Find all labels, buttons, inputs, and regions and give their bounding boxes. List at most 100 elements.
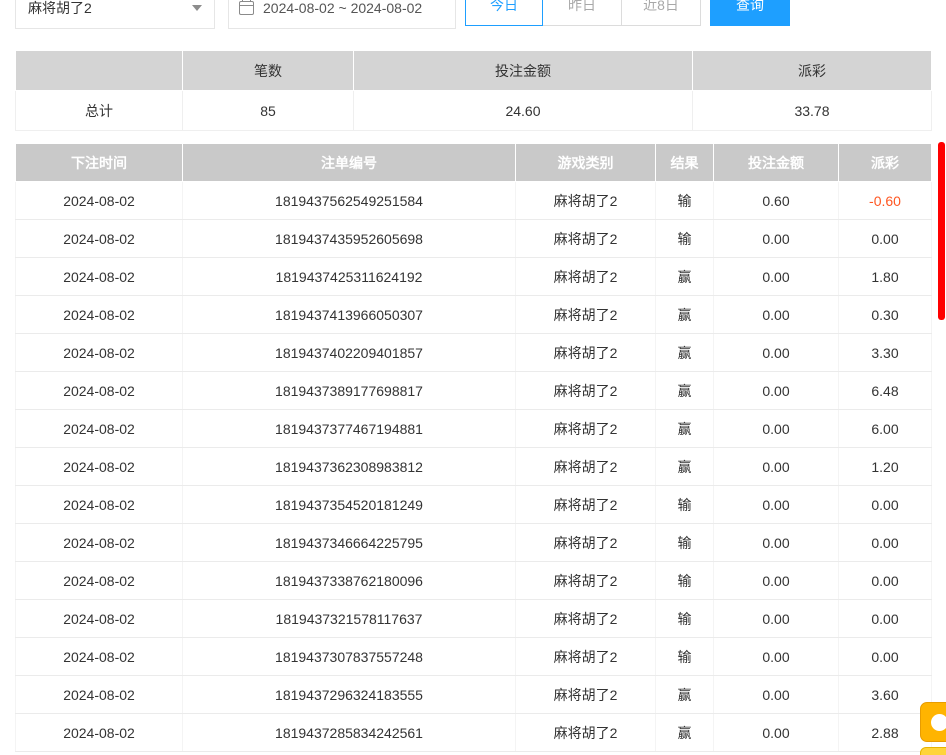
cell-result: 赢 [656,372,714,410]
table-row: 2024-08-02 1819437307837557248 麻将胡了2 输 0… [16,638,932,676]
cell-result: 赢 [656,714,714,752]
summary-header-row: 笔数 投注金额 派彩 [16,51,932,91]
cell-order-id: 1819437354520181249 [183,486,516,524]
table-row: 2024-08-02 1819437425311624192 麻将胡了2 赢 0… [16,258,932,296]
cell-payout: 1.20 [839,448,932,486]
cell-game-category: 麻将胡了2 [516,410,656,448]
cell-payout: 3.30 [839,334,932,372]
summary-total-row: 总计 85 24.60 33.78 [16,91,932,131]
cell-bet-time: 2024-08-02 [16,296,183,334]
date-range-value: 2024-08-02 ~ 2024-08-02 [263,0,422,16]
cell-bet-amount: 0.00 [714,410,839,448]
cell-bet-time: 2024-08-02 [16,714,183,752]
summary-header-payout: 派彩 [693,51,932,91]
table-row: 2024-08-02 1819437362308983812 麻将胡了2 赢 0… [16,448,932,486]
cell-result: 赢 [656,258,714,296]
cell-bet-amount: 0.60 [714,182,839,220]
table-row: 2024-08-02 1819437402209401857 麻将胡了2 赢 0… [16,334,932,372]
cell-result: 输 [656,182,714,220]
cell-game-category: 麻将胡了2 [516,258,656,296]
cell-payout: 6.00 [839,410,932,448]
cell-bet-amount: 0.00 [714,714,839,752]
cell-bet-time: 2024-08-02 [16,486,183,524]
cell-bet-time: 2024-08-02 [16,410,183,448]
cell-payout: 1.80 [839,258,932,296]
summary-total-label: 总计 [16,91,183,131]
cell-payout: 0.30 [839,296,932,334]
cell-bet-amount: 0.00 [714,334,839,372]
date-range-input[interactable]: 2024-08-02 ~ 2024-08-02 [228,0,456,29]
cell-bet-amount: 0.00 [714,448,839,486]
cell-game-category: 麻将胡了2 [516,182,656,220]
cell-payout: 0.00 [839,524,932,562]
table-row: 2024-08-02 1819437338762180096 麻将胡了2 输 0… [16,562,932,600]
cell-bet-amount: 0.00 [714,524,839,562]
cell-order-id: 1819437321578117637 [183,600,516,638]
table-row: 2024-08-02 1819437354520181249 麻将胡了2 输 0… [16,486,932,524]
table-row: 2024-08-02 1819437413966050307 麻将胡了2 赢 0… [16,296,932,334]
bet-records-page: 麻将胡了2 2024-08-02 ~ 2024-08-02 今日 昨日 近8日 … [0,0,946,755]
table-row: 2024-08-02 1819437285834242561 麻将胡了2 赢 0… [16,714,932,752]
cell-bet-time: 2024-08-02 [16,220,183,258]
cell-bet-time: 2024-08-02 [16,334,183,372]
cell-bet-time: 2024-08-02 [16,182,183,220]
cell-game-category: 麻将胡了2 [516,448,656,486]
cell-order-id: 1819437435952605698 [183,220,516,258]
header-order-id: 注单编号 [183,144,516,182]
cell-payout: 0.00 [839,600,932,638]
cell-result: 赢 [656,296,714,334]
cell-order-id: 1819437562549251584 [183,182,516,220]
cell-order-id: 1819437413966050307 [183,296,516,334]
cell-result: 赢 [656,676,714,714]
header-result: 结果 [656,144,714,182]
cell-bet-amount: 0.00 [714,372,839,410]
customer-service-widget-button[interactable] [920,702,946,742]
cell-result: 赢 [656,334,714,372]
quick-filter-last8days-button[interactable]: 近8日 [621,0,701,26]
header-bet-time: 下注时间 [16,144,183,182]
cell-bet-time: 2024-08-02 [16,676,183,714]
floating-widget-button[interactable] [920,747,946,755]
filter-bar: 麻将胡了2 2024-08-02 ~ 2024-08-02 今日 昨日 近8日 … [0,0,946,30]
cell-payout: 0.00 [839,562,932,600]
cell-payout: 0.00 [839,486,932,524]
chevron-down-icon [192,5,202,11]
table-row: 2024-08-02 1819437389177698817 麻将胡了2 赢 0… [16,372,932,410]
cell-game-category: 麻将胡了2 [516,638,656,676]
cell-order-id: 1819437425311624192 [183,258,516,296]
cell-bet-time: 2024-08-02 [16,524,183,562]
cell-bet-time: 2024-08-02 [16,258,183,296]
cell-order-id: 1819437307837557248 [183,638,516,676]
cell-order-id: 1819437338762180096 [183,562,516,600]
table-row: 2024-08-02 1819437377467194881 麻将胡了2 赢 0… [16,410,932,448]
header-payout: 派彩 [839,144,932,182]
cell-bet-amount: 0.00 [714,600,839,638]
game-select-value: 麻将胡了2 [28,0,92,18]
summary-total-count: 85 [183,91,354,131]
cell-game-category: 麻将胡了2 [516,562,656,600]
cell-payout: 3.60 [839,676,932,714]
cell-order-id: 1819437389177698817 [183,372,516,410]
cell-bet-time: 2024-08-02 [16,372,183,410]
cell-result: 输 [656,524,714,562]
quick-filter-today-button[interactable]: 今日 [465,0,543,26]
summary-total-bet-amount: 24.60 [354,91,693,131]
cell-bet-amount: 0.00 [714,562,839,600]
table-row: 2024-08-02 1819437321578117637 麻将胡了2 输 0… [16,600,932,638]
cell-result: 输 [656,220,714,258]
cell-result: 输 [656,600,714,638]
cell-bet-amount: 0.00 [714,638,839,676]
search-button[interactable]: 查询 [710,0,790,26]
scrollbar-thumb[interactable] [938,142,945,320]
cell-bet-amount: 0.00 [714,220,839,258]
game-select[interactable]: 麻将胡了2 [15,0,215,29]
cell-result: 赢 [656,448,714,486]
quick-filter-yesterday-button[interactable]: 昨日 [542,0,622,26]
cell-bet-amount: 0.00 [714,258,839,296]
cell-bet-amount: 0.00 [714,296,839,334]
cell-payout: -0.60 [839,182,932,220]
cell-payout: 2.88 [839,714,932,752]
summary-table: 笔数 投注金额 派彩 总计 85 24.60 33.78 [15,50,932,131]
table-row: 2024-08-02 1819437562549251584 麻将胡了2 输 0… [16,182,932,220]
summary-header-count: 笔数 [183,51,354,91]
